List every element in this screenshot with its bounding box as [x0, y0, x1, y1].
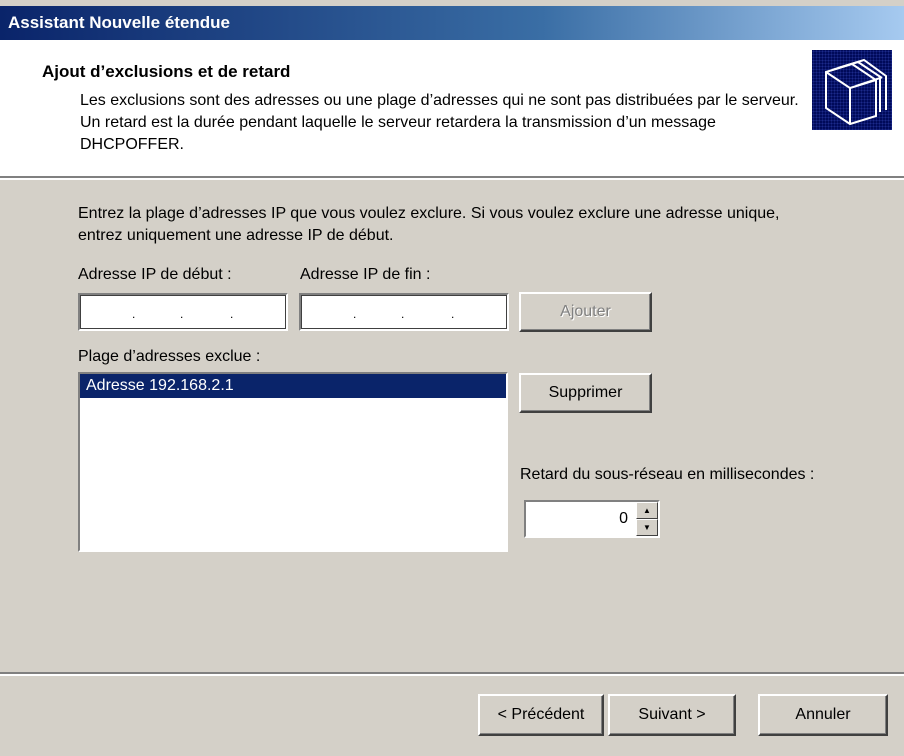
- back-button[interactable]: < Précédent: [478, 694, 604, 736]
- page-title: Ajout d’exclusions et de retard: [42, 62, 291, 81]
- header-separator: [0, 176, 904, 180]
- spinner-arrows: ▲ ▼: [636, 502, 658, 536]
- excluded-range-label: Plage d’adresses exclue :: [78, 348, 261, 365]
- excluded-range-list[interactable]: Adresse 192.168.2.1: [78, 372, 508, 552]
- end-ip-input[interactable]: [301, 295, 507, 329]
- start-ip-field[interactable]: . . .: [78, 293, 288, 331]
- start-ip-label: Adresse IP de début :: [78, 266, 232, 283]
- spin-up-icon[interactable]: ▲: [636, 502, 658, 519]
- instructions-text: Entrez la plage d’adresses IP que vous v…: [78, 205, 780, 244]
- wizard-header: Ajout d’exclusions et de retard Les excl…: [0, 40, 904, 176]
- cancel-button[interactable]: Annuler: [758, 694, 888, 736]
- window-title: Assistant Nouvelle étendue: [8, 13, 231, 32]
- footer-separator: [0, 672, 904, 676]
- delay-spinner[interactable]: 0 ▲ ▼: [524, 500, 660, 538]
- spin-down-icon[interactable]: ▼: [636, 519, 658, 536]
- delay-label: Retard du sous-réseau en millisecondes :: [520, 466, 815, 483]
- title-bar: Assistant Nouvelle étendue: [0, 0, 904, 40]
- list-item[interactable]: Adresse 192.168.2.1: [80, 374, 506, 398]
- add-button[interactable]: Ajouter: [519, 292, 652, 332]
- end-ip-label: Adresse IP de fin :: [300, 266, 431, 283]
- delay-value[interactable]: 0: [619, 510, 628, 528]
- next-button[interactable]: Suivant >: [608, 694, 736, 736]
- remove-button[interactable]: Supprimer: [519, 373, 652, 413]
- end-ip-field[interactable]: . . .: [299, 293, 509, 331]
- start-ip-input[interactable]: [80, 295, 286, 329]
- folders-icon: [812, 50, 892, 130]
- page-description: Les exclusions sont des adresses ou une …: [80, 92, 799, 153]
